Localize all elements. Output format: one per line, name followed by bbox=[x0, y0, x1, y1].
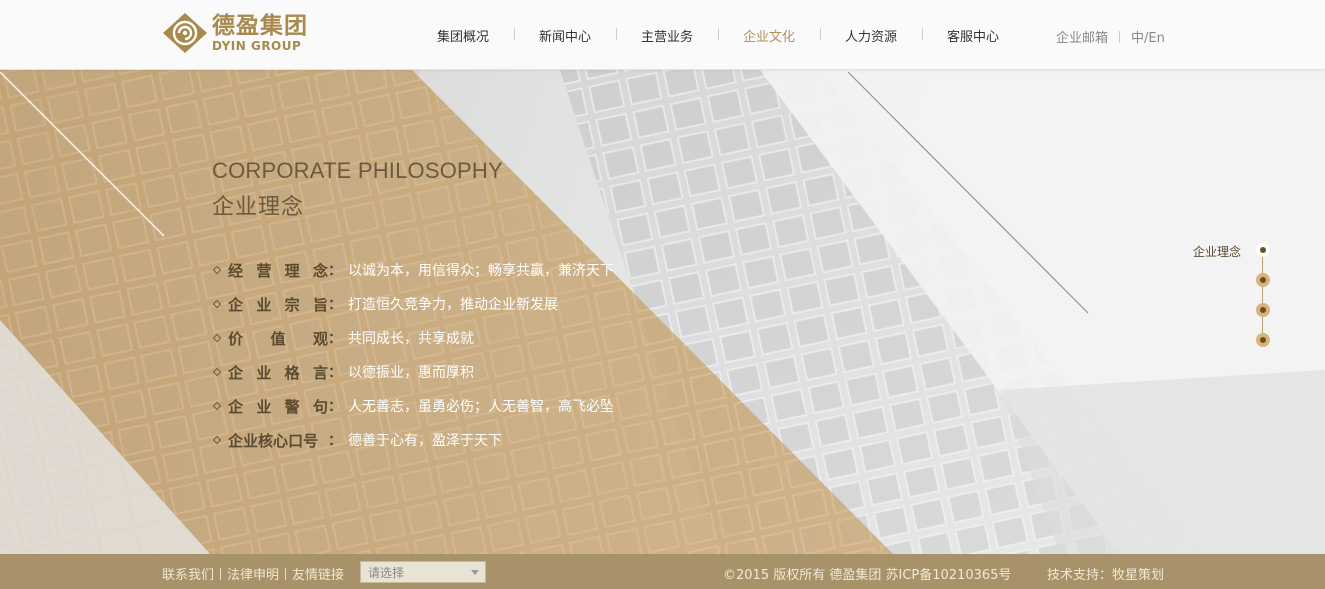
nav-item-service[interactable]: 客服中心 bbox=[922, 26, 1024, 45]
nav-item-group-overview[interactable]: 集团概况 bbox=[412, 26, 514, 45]
list-item: 企业核心口号 ： 德善于心有，盈泽于天下 bbox=[212, 423, 614, 457]
hero-background bbox=[0, 70, 1325, 554]
diamond-bullet-icon bbox=[212, 299, 222, 309]
item-value: 共同成长，共享成就 bbox=[348, 331, 474, 347]
diamond-bullet-icon bbox=[212, 435, 222, 445]
footer-link-legal[interactable]: 法律申明 bbox=[227, 564, 279, 583]
copyright-text: ©2015 版权所有 德盈集团 苏ICP备10210365号 bbox=[723, 568, 1012, 583]
divider bbox=[1119, 30, 1121, 43]
logo-name-cn: 德盈集团 bbox=[212, 12, 308, 39]
site-footer: 联系我们 法律申明 友情链接 请选择 ©2015 版权所有 德盈集团 苏ICP备… bbox=[0, 554, 1325, 589]
language-switch[interactable]: 中/En bbox=[1131, 27, 1165, 46]
item-label: 企业核心口号 bbox=[228, 431, 319, 450]
list-item: 经营理念 ： 以诚为本，用信得众；畅享共赢，兼济天下 bbox=[212, 253, 614, 287]
page-title-cn: 企业理念 bbox=[212, 195, 305, 220]
site-header: 德盈集团 DYIN GROUP 集团概况 新闻中心 主营业务 企业文化 人力资源… bbox=[0, 0, 1325, 70]
item-value: 以德振业，惠而厚积 bbox=[348, 365, 474, 381]
logo[interactable]: 德盈集团 DYIN GROUP bbox=[162, 12, 337, 54]
list-item: 企业格言 ： 以德振业，惠而厚积 bbox=[212, 355, 614, 389]
hero-section: CORPORATE PHILOSOPHY 企业理念 经营理念 ： 以诚为本，用信… bbox=[0, 70, 1325, 554]
page-title-en: CORPORATE PHILOSOPHY bbox=[212, 158, 503, 183]
hero-heading: CORPORATE PHILOSOPHY 企业理念 bbox=[212, 158, 503, 221]
nav-item-business[interactable]: 主营业务 bbox=[616, 26, 718, 45]
item-value: 人无善志，虽勇必伤；人无善智，高飞必坠 bbox=[348, 399, 614, 415]
divider bbox=[285, 567, 287, 580]
item-value: 打造恒久竞争力，推动企业新发展 bbox=[348, 297, 558, 313]
tech-support-text[interactable]: 技术支持：牧星策划 bbox=[1047, 564, 1164, 583]
diamond-bullet-icon bbox=[212, 265, 222, 275]
item-label: 企业宗旨 bbox=[228, 295, 328, 314]
header-utility: 企业邮箱 中/En bbox=[1056, 27, 1165, 46]
list-item: 企业警句 ： 人无善志，虽勇必伤；人无善智，高飞必坠 bbox=[212, 389, 614, 423]
mail-link[interactable]: 企业邮箱 bbox=[1056, 27, 1108, 46]
item-label: 经营理念 bbox=[228, 261, 328, 280]
section-dot-label: 企业理念 bbox=[1193, 245, 1242, 259]
friend-link-select[interactable]: 请选择 bbox=[360, 561, 486, 583]
section-dot-1[interactable] bbox=[1256, 243, 1270, 257]
section-dot-3[interactable] bbox=[1256, 303, 1270, 317]
philosophy-list: 经营理念 ： 以诚为本，用信得众；畅享共赢，兼济天下 企业宗旨 ： 打造恒久竞争… bbox=[212, 253, 614, 457]
footer-link-friends[interactable]: 友情链接 bbox=[292, 564, 344, 583]
logo-text: 德盈集团 DYIN GROUP bbox=[212, 12, 308, 53]
chevron-down-icon bbox=[471, 570, 479, 575]
main-nav: 集团概况 新闻中心 主营业务 企业文化 人力资源 客服中心 bbox=[412, 0, 1024, 70]
diamond-bullet-icon bbox=[212, 401, 222, 411]
footer-links: 联系我们 法律申明 友情链接 bbox=[162, 564, 344, 583]
item-value: 以诚为本，用信得众；畅享共赢，兼济天下 bbox=[348, 263, 614, 279]
nav-item-news[interactable]: 新闻中心 bbox=[514, 26, 616, 45]
footer-link-contact[interactable]: 联系我们 bbox=[162, 564, 214, 583]
item-label: 企业警句 bbox=[228, 397, 328, 416]
item-label: 企业格言 bbox=[228, 363, 328, 382]
diamond-bullet-icon bbox=[212, 333, 222, 343]
logo-mark-icon bbox=[163, 13, 207, 53]
dot-connector-line bbox=[1262, 250, 1263, 340]
item-label: 价值观 bbox=[228, 329, 328, 348]
divider bbox=[220, 567, 222, 580]
nav-item-hr[interactable]: 人力资源 bbox=[820, 26, 922, 45]
select-value: 请选择 bbox=[368, 565, 405, 580]
logo-name-en: DYIN GROUP bbox=[212, 38, 302, 53]
item-value: 德善于心有，盈泽于天下 bbox=[348, 433, 502, 449]
section-dot-4[interactable] bbox=[1256, 333, 1270, 347]
diamond-bullet-icon bbox=[212, 367, 222, 377]
list-item: 企业宗旨 ： 打造恒久竞争力，推动企业新发展 bbox=[212, 287, 614, 321]
section-dot-2[interactable] bbox=[1256, 273, 1270, 287]
list-item: 价值观 ： 共同成长，共享成就 bbox=[212, 321, 614, 355]
nav-item-culture[interactable]: 企业文化 bbox=[718, 26, 820, 45]
